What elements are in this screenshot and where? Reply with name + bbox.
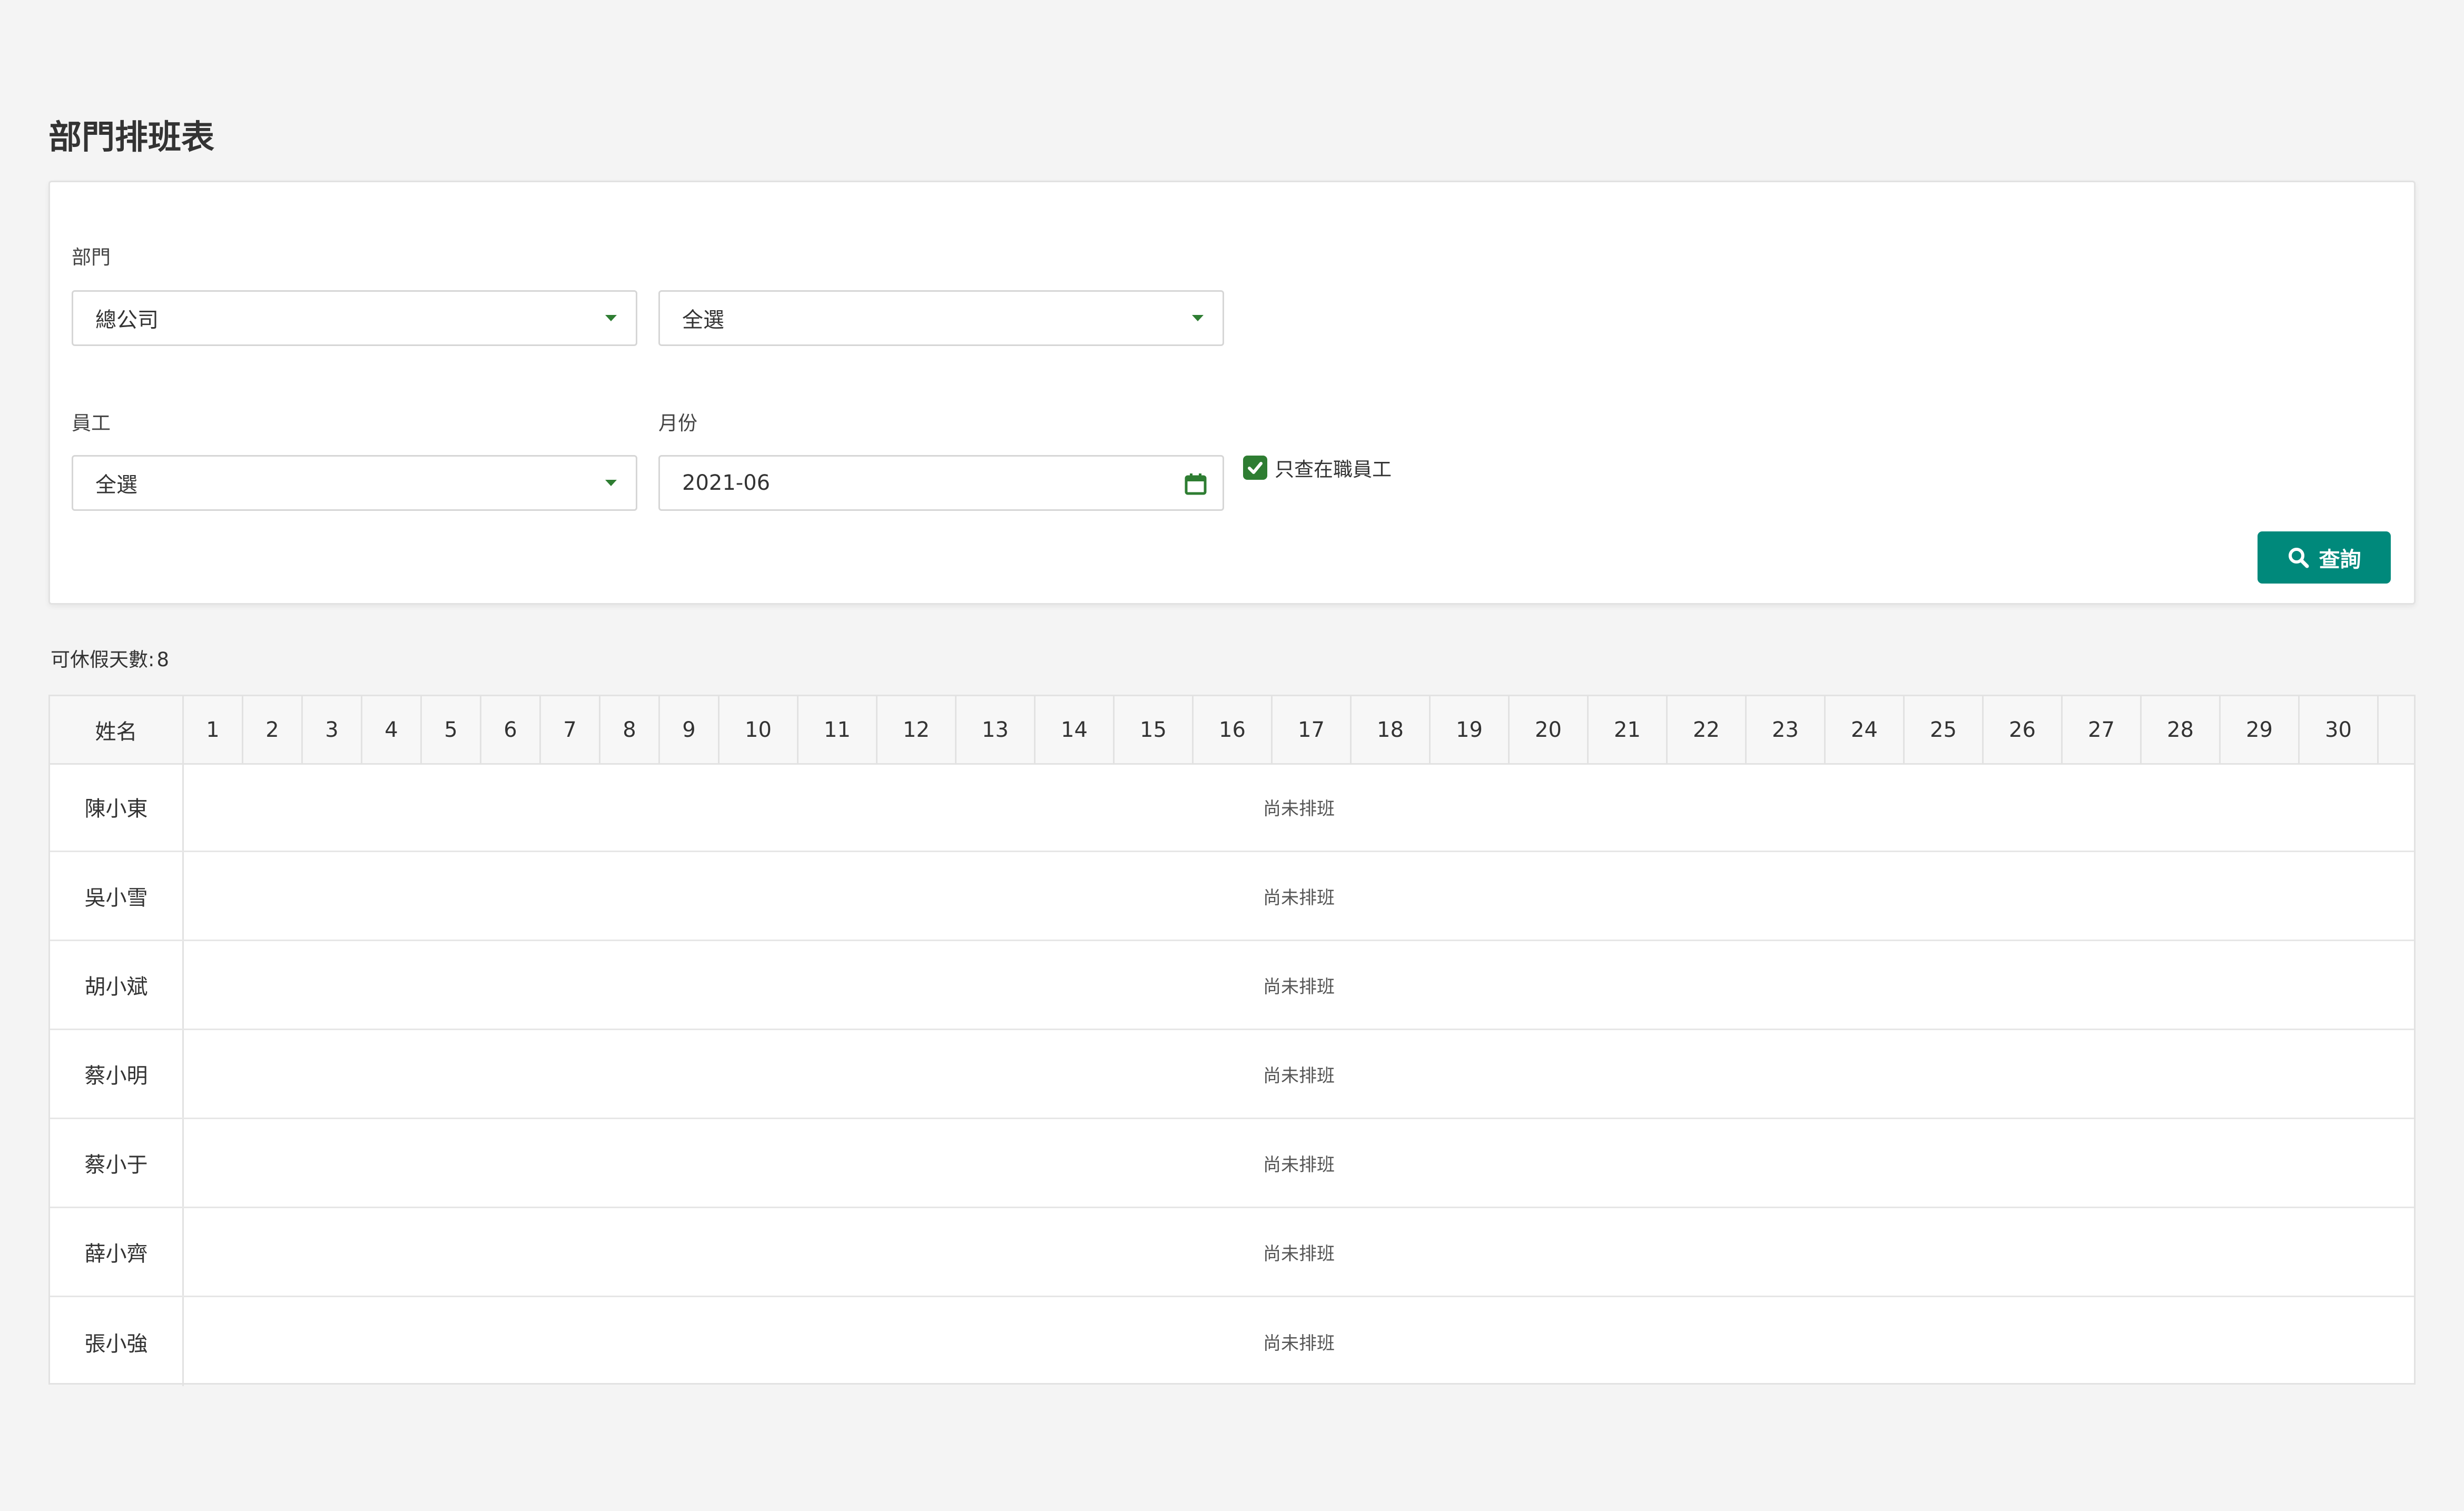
employee-name: 吳小雪 [50,852,184,940]
employee-name: 薛小齊 [50,1208,184,1296]
active-only-label: 只查在職員工 [1275,458,1392,481]
day-column-header: 9 [660,696,720,763]
month-picker-value: 2021-06 [682,471,771,495]
employee-name: 陳小東 [50,763,184,851]
day-column-header: 11 [799,696,878,763]
name-column-header: 姓名 [50,696,184,763]
day-column-header: 17 [1273,696,1352,763]
day-column-header: 8 [600,696,660,763]
day-column-header: 21 [1589,696,1668,763]
query-button-label: 查詢 [2319,547,2361,572]
calendar-icon[interactable] [1185,472,1207,496]
day-column-header: 24 [1826,696,1905,763]
day-column-header: 30 [2300,696,2379,763]
day-column-header: 28 [2142,696,2221,763]
day-column-header: 29 [2221,696,2300,763]
day-column-header: 20 [1510,696,1589,763]
schedule-status: 尚未排班 [1263,1333,1335,1354]
department-select[interactable]: 總公司 [72,290,637,346]
day-column-header: 26 [1984,696,2063,763]
table-row: 吳小雪 尚未排班 [50,852,2414,941]
schedule-table: 姓名 1 2 3 4 5 6 7 8 9 10 11 12 13 14 15 16 17 18 19 20 21 22 23… [48,695,2416,1386]
day-column-header: 6 [481,696,541,763]
schedule-status: 尚未排班 [1263,1065,1335,1087]
day-column-header: 16 [1194,696,1273,763]
day-column-header: 12 [878,696,957,763]
table-row: 陳小東 尚未排班 [50,763,2414,852]
schedule-status: 尚未排班 [1263,798,1335,819]
table-row: 蔡小于 尚未排班 [50,1119,2414,1208]
day-column-header: 22 [1668,696,1747,763]
month-picker[interactable]: 2021-06 [658,455,1224,511]
leave-days-value: 8 [156,648,170,671]
schedule-status: 尚未排班 [1263,1154,1335,1176]
day-column-header: 15 [1115,696,1194,763]
caret-down-icon [1192,315,1204,321]
employee-name: 胡小斌 [50,941,184,1029]
day-column-header: 2 [243,696,303,763]
table-row: 胡小斌 尚未排班 [50,941,2414,1030]
sub-department-select-value: 全選 [682,308,724,332]
caret-down-icon [605,315,617,321]
day-column-header: 10 [720,696,799,763]
schedule-status: 尚未排班 [1263,1243,1335,1265]
employee-label: 員工 [72,412,111,434]
department-select-value: 總公司 [95,308,159,332]
leave-days-label: 可休假天數: [51,648,155,671]
query-button[interactable]: 查詢 [2258,531,2391,584]
employee-name: 張小強 [50,1297,184,1386]
sub-department-select[interactable]: 全選 [658,290,1224,346]
day-column-header: 25 [1905,696,1984,763]
employee-name: 蔡小于 [50,1119,184,1207]
caret-down-icon [605,480,617,486]
checkbox-checked-icon[interactable] [1243,456,1267,480]
page-title: 部門排班表 [48,118,214,156]
employee-select-value: 全選 [95,473,137,497]
day-column-header: 4 [362,696,422,763]
day-column-header: 18 [1352,696,1431,763]
department-label: 部門 [72,246,111,269]
table-row: 薛小齊 尚未排班 [50,1208,2414,1297]
day-column-header: 23 [1747,696,1826,763]
day-column-header: 3 [303,696,362,763]
day-column-header: 27 [2063,696,2142,763]
day-column-header: 1 [184,696,243,763]
day-column-header: 13 [957,696,1036,763]
table-row: 蔡小明 尚未排班 [50,1030,2414,1119]
employee-name: 蔡小明 [50,1030,184,1118]
day-column-header: 7 [541,696,600,763]
day-column-header: 5 [422,696,481,763]
search-icon [2288,547,2309,568]
leave-days-summary: 可休假天數: 8 [48,644,169,672]
schedule-status: 尚未排班 [1263,976,1335,998]
day-column-header: 19 [1431,696,1510,763]
day-column-header: 14 [1036,696,1115,763]
table-row: 張小強 尚未排班 [50,1297,2414,1386]
filter-panel: 部門 總公司 全選 員工 全選 月份 2021-06 只查在職員工 查詢 [48,181,2416,605]
schedule-status: 尚未排班 [1263,887,1335,908]
month-label: 月份 [658,412,697,434]
active-only-checkbox[interactable]: 只查在職員工 [1243,453,1392,482]
employee-select[interactable]: 全選 [72,455,637,511]
schedule-header-row: 姓名 1 2 3 4 5 6 7 8 9 10 11 12 13 14 15 16 17 18 19 20 21 22 23… [50,696,2414,765]
